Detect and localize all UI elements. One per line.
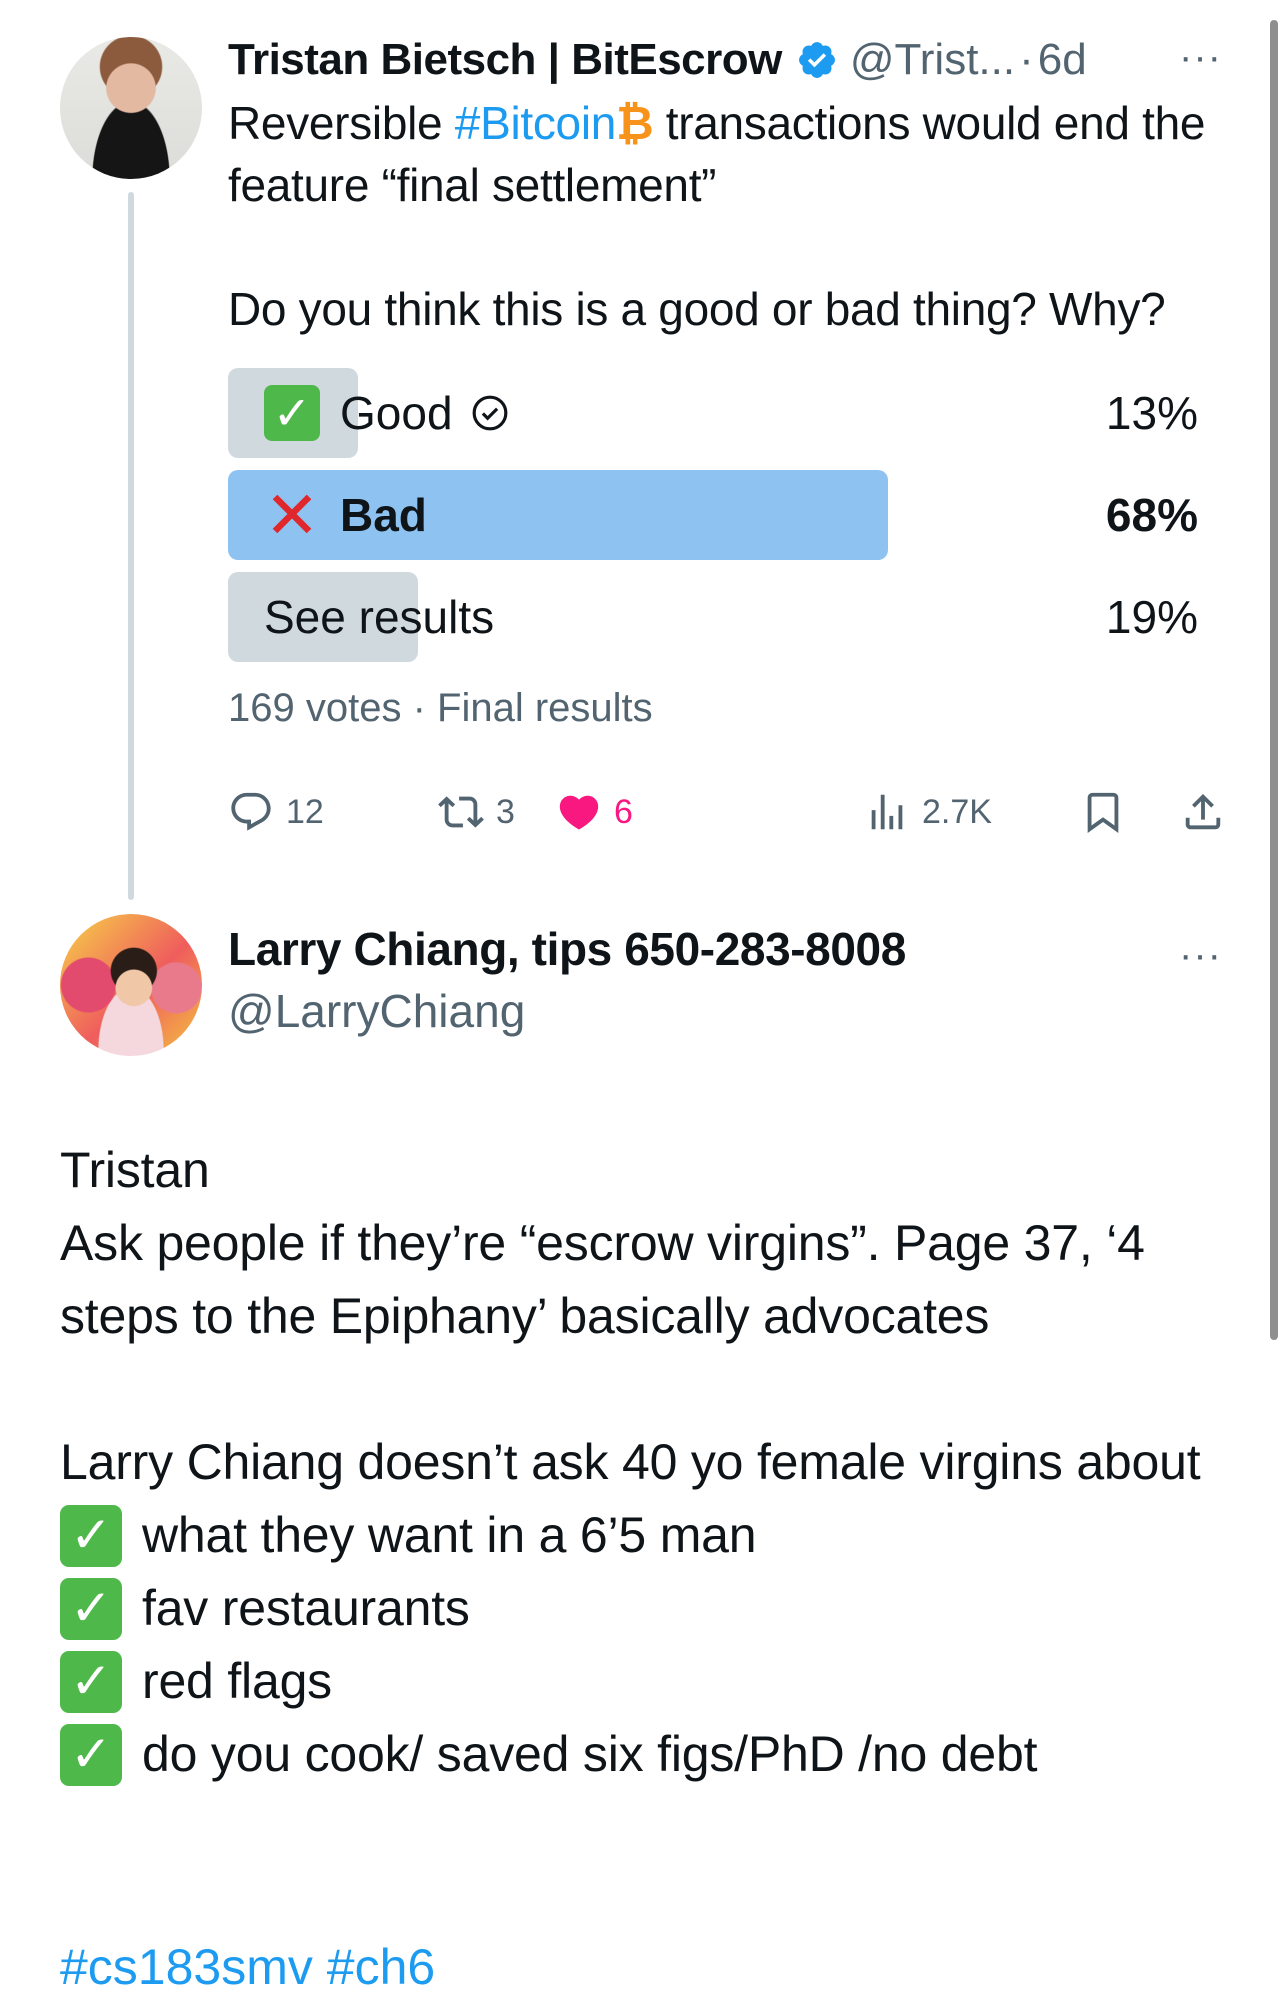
tweet-header: Tristan Bietsch | BitEscrow @Trist... · … — [228, 30, 1234, 90]
reply-count: 12 — [286, 792, 324, 831]
reply-author-handle[interactable]: @LarryChiang — [228, 984, 525, 1038]
poll-question: Do you think this is a good or bad thing… — [228, 283, 1166, 335]
checklist-item-text: red flags — [142, 1653, 332, 1709]
retweet-count: 3 — [496, 792, 515, 831]
scrollbar[interactable] — [1270, 20, 1278, 1340]
poll-option-text: See results — [264, 591, 495, 643]
reply-line: Ask people if they’re “escrow virgins”. … — [60, 1215, 1145, 1344]
tweet-thread-view: Tristan Bietsch | BitEscrow @Trist... · … — [0, 0, 1284, 2016]
checklist: ✓ what they want in a 6’5 man ✓ fav restaur… — [60, 1499, 1240, 1791]
poll-option[interactable]: See results 19% — [228, 572, 1198, 662]
reply-line: Larry Chiang doesn’t ask 40 yo female vi… — [60, 1434, 1201, 1490]
author-name[interactable]: Tristan Bietsch | BitEscrow — [228, 35, 782, 85]
voted-check-circle-icon — [471, 394, 509, 432]
retweet-icon — [438, 796, 484, 828]
like-count: 6 — [614, 792, 633, 831]
verified-badge-icon — [796, 39, 838, 81]
checklist-item: ✓ what they want in a 6’5 man — [60, 1499, 1240, 1572]
tweet-actions-bar: 12 3 6 2.7K — [228, 782, 1238, 842]
poll-option-percent: 68% — [1105, 489, 1198, 541]
hashtag-links[interactable]: #cs183smv #ch6 — [60, 1938, 435, 1996]
poll-option-label: ✓ Good — [264, 368, 509, 458]
check-mark-emoji-icon: ✓ — [60, 1650, 122, 1713]
heart-icon — [559, 795, 599, 830]
view-count: 2.7K — [922, 792, 992, 831]
avatar[interactable] — [60, 37, 202, 179]
share-button[interactable] — [1180, 782, 1238, 842]
reply-button[interactable]: 12 — [228, 782, 324, 842]
views-button[interactable]: 2.7K — [864, 782, 992, 842]
bookmark-icon — [1087, 792, 1119, 833]
tweet-text-part: Reversible — [228, 97, 455, 149]
author-handle[interactable]: @Trist... — [850, 35, 1015, 85]
more-options-icon[interactable]: ··· — [1179, 935, 1222, 975]
poll-option-text: Bad — [340, 489, 427, 541]
tweet-text-paragraph: Reversible #Bitcoin₿ transactions would … — [228, 92, 1238, 216]
reply-author-name[interactable]: Larry Chiang, tips 650-283-8008 — [228, 922, 906, 976]
thread-connector-line — [128, 192, 134, 900]
more-options-icon[interactable]: ··· — [1179, 37, 1222, 77]
like-button[interactable]: 6 — [556, 782, 633, 842]
bookmark-button[interactable] — [1080, 782, 1138, 842]
tweet-timestamp[interactable]: 6d — [1038, 35, 1087, 85]
poll: ✓ Good 13% ✕ Bad 68% See results 19% — [228, 368, 1198, 674]
checklist-item: ✓ red flags — [60, 1645, 1240, 1718]
separator-dot: · — [1019, 35, 1034, 84]
poll-option-percent: 13% — [1105, 387, 1198, 439]
poll-option[interactable]: ✓ Good 13% — [228, 368, 1198, 458]
cross-mark-emoji-icon: ✕ — [264, 478, 320, 552]
check-mark-emoji-icon: ✓ — [60, 1504, 122, 1567]
share-icon — [1185, 793, 1221, 830]
analytics-icon — [871, 794, 903, 830]
reply-icon — [231, 792, 271, 831]
reply-body: Tristan Ask people if they’re “escrow vi… — [60, 1134, 1240, 1791]
checklist-item-text: do you cook/ saved six figs/PhD /no debt — [142, 1726, 1038, 1782]
poll-option-percent: 19% — [1105, 591, 1198, 643]
poll-option[interactable]: ✕ Bad 68% — [228, 470, 1198, 560]
avatar[interactable] — [60, 914, 202, 1056]
bitcoin-emoji-icon: ₿ — [616, 97, 654, 149]
check-mark-emoji-icon: ✓ — [60, 1723, 122, 1786]
poll-meta: 169 votes · Final results — [228, 686, 653, 730]
reply-line: Tristan — [60, 1142, 210, 1198]
hashtag-link[interactable]: #Bitcoin — [455, 97, 617, 149]
checklist-item: ✓ do you cook/ saved six figs/PhD /no deb… — [60, 1718, 1240, 1791]
checklist-item: ✓ fav restaurants — [60, 1572, 1240, 1645]
poll-option-text: Good — [340, 387, 453, 439]
poll-option-label: ✕ Bad — [264, 470, 427, 560]
check-mark-emoji-icon: ✓ — [60, 1577, 122, 1640]
tweet-body: Reversible #Bitcoin₿ transactions would … — [228, 92, 1238, 340]
checklist-item-text: fav restaurants — [142, 1580, 470, 1636]
poll-option-label: See results — [264, 572, 494, 662]
check-mark-emoji-icon: ✓ — [264, 385, 320, 441]
checklist-item-text: what they want in a 6’5 man — [142, 1507, 757, 1563]
retweet-button[interactable]: 3 — [438, 782, 515, 842]
